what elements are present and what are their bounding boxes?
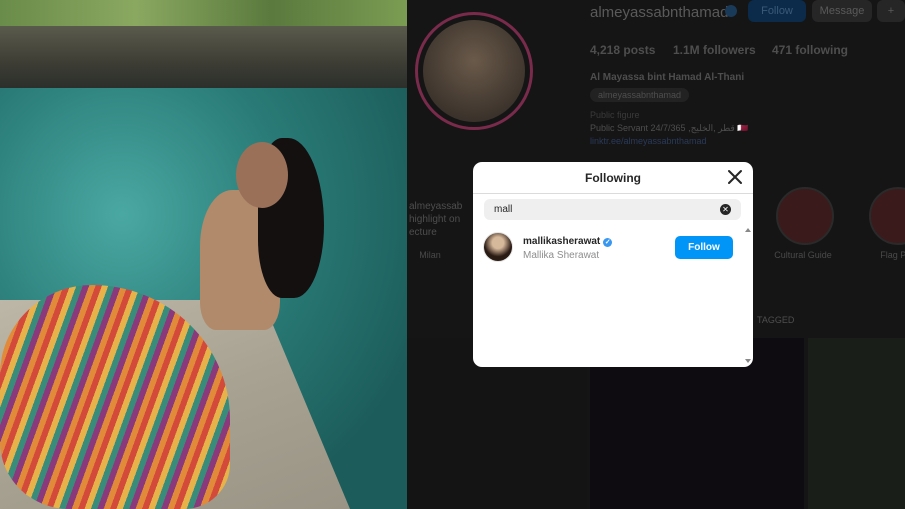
search-field[interactable]: ✕: [484, 199, 741, 220]
scroll-up-arrow-icon[interactable]: [745, 228, 751, 232]
photo-hedge: [0, 0, 407, 28]
clear-search-icon[interactable]: ✕: [720, 204, 731, 215]
verified-icon: ✓: [603, 238, 613, 247]
result-full-name: Mallika Sherawat: [523, 250, 600, 261]
close-icon[interactable]: [726, 168, 744, 186]
following-modal: Following ✕ mallikasherawat✓ Mallika She…: [473, 162, 753, 367]
modal-header: Following: [473, 162, 753, 194]
background-photo: [0, 0, 407, 509]
modal-title: Following: [585, 170, 641, 185]
avatar[interactable]: [483, 232, 513, 262]
photo-person-head: [236, 142, 288, 208]
result-username-text[interactable]: mallikasherawat: [523, 236, 600, 247]
follow-button[interactable]: Follow: [675, 236, 733, 259]
scroll-down-arrow-icon[interactable]: [745, 359, 751, 363]
result-username[interactable]: mallikasherawat ✓: [523, 236, 613, 247]
scrollbar[interactable]: [745, 228, 751, 363]
search-input[interactable]: [494, 204, 714, 215]
list-item[interactable]: mallikasherawat ✓ Mallika Sherawat Follow: [473, 230, 743, 266]
photo-stone-wall: [0, 26, 407, 90]
